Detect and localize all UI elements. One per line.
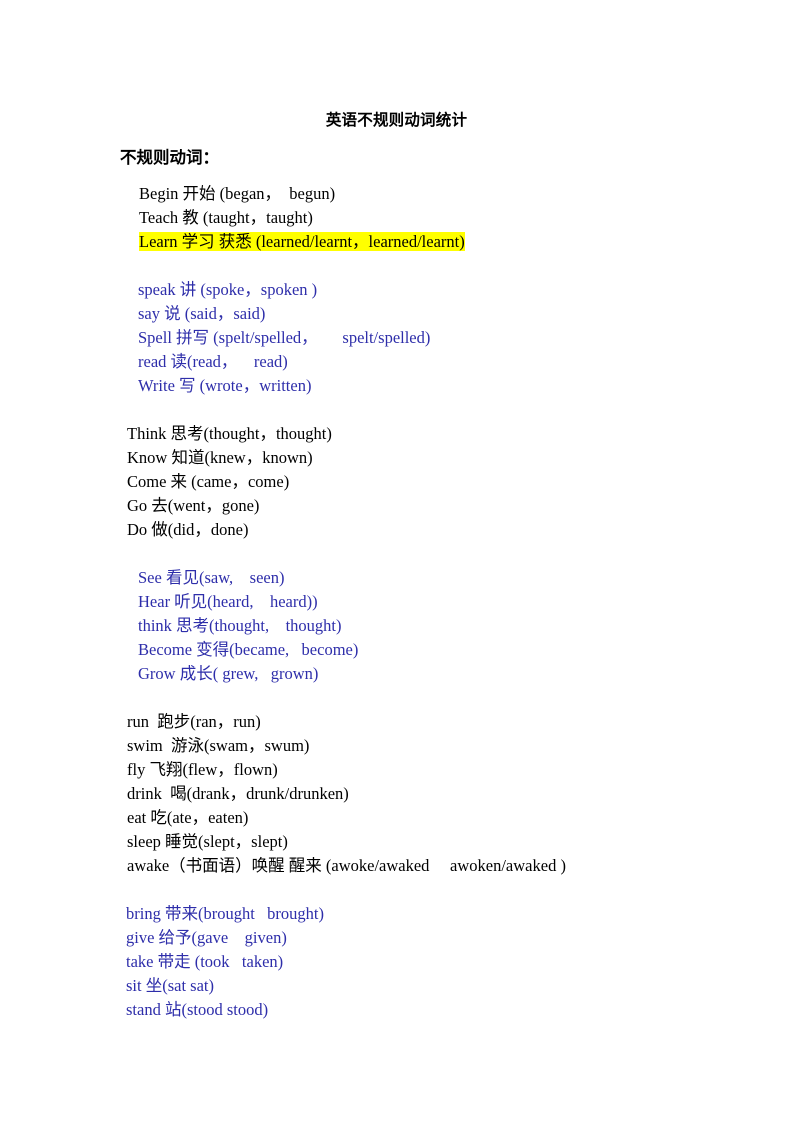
verb-entry: eat 吃(ate，eaten) — [127, 808, 249, 827]
verb-entry: swim 游泳(swam，swum) — [127, 736, 310, 755]
verb-entry: Teach 教 (taught，taught) — [139, 208, 313, 227]
verb-entry: Grow 成长( grew, grown) — [138, 664, 319, 683]
section-heading: 不规则动词： — [120, 148, 219, 167]
verb-group: speak 讲 (spoke，spoken ) say 说 (said，said)… — [0, 278, 793, 398]
verb-group: run 跑步(ran，run) swim 游泳(swam，swum) fly 飞翔(… — [0, 710, 793, 878]
verb-entry: take 带走 (took taken) — [126, 952, 284, 971]
verb-group: bring 带来(brought brought) give 给予(gave gi… — [0, 902, 793, 1022]
verb-entry: stand 站(stood stood) — [126, 1000, 269, 1019]
verb-entry: Become 变得(became, become) — [138, 640, 359, 659]
verb-entry: Do 做(did，done) — [127, 520, 249, 539]
verb-entry: See 看见(saw, seen) — [138, 568, 285, 587]
page-title: 英语不规则动词统计 — [325, 111, 468, 129]
verb-entry: Go 去(went，gone) — [127, 496, 260, 515]
verb-entry: run 跑步(ran，run) — [127, 712, 261, 731]
verb-entry: think 思考(thought, thought) — [138, 616, 342, 635]
verb-entry: sleep 睡觉(slept，slept) — [127, 832, 288, 851]
verb-entry: give 给予(gave given) — [126, 928, 287, 947]
verb-entry: drink 喝(drank，drunk/drunken) — [127, 784, 349, 803]
verb-entry: Begin 开始 (began， begun) — [139, 184, 336, 203]
verb-entry: speak 讲 (spoke，spoken ) — [138, 280, 318, 299]
verb-entry: Come 来 (came，come) — [127, 472, 290, 491]
verb-list-body: Begin 开始 (began， begun) Teach 教 (taught，t… — [0, 182, 793, 1022]
verb-group: See 看见(saw, seen) Hear 听见(heard, heard)) t… — [0, 566, 793, 686]
highlighted-text: Learn 学习 获悉 (learned/learnt，learned/lear… — [139, 232, 465, 251]
verb-entry: sit 坐(sat sat) — [126, 976, 214, 995]
verb-entry: awake（书面语）唤醒 醒来 (awoke/awaked awoken/awa… — [127, 856, 566, 875]
verb-entry: read 读(read， read) — [138, 352, 288, 371]
verb-entry: Know 知道(knew，known) — [127, 448, 313, 467]
verb-entry: Spell 拼写 (spelt/spelled， spelt/spelled) — [138, 328, 431, 347]
verb-entry: bring 带来(brought brought) — [126, 904, 324, 923]
verb-entry: Learn 学习 获悉 (learned/learnt，learned/lear… — [0, 230, 793, 254]
document-page: 英语不规则动词统计 不规则动词： Begin 开始 (began， begun)… — [0, 0, 793, 1122]
verb-group: Begin 开始 (began， begun) Teach 教 (taught，t… — [0, 182, 793, 254]
verb-entry: fly 飞翔(flew，flown) — [127, 760, 278, 779]
verb-entry: Write 写 (wrote，written) — [138, 376, 312, 395]
verb-group: Think 思考(thought，thought) Know 知道(knew，kn… — [0, 422, 793, 542]
verb-entry: say 说 (said，said) — [138, 304, 266, 323]
verb-entry: Hear 听见(heard, heard)) — [138, 592, 318, 611]
verb-entry: Think 思考(thought，thought) — [127, 424, 332, 443]
